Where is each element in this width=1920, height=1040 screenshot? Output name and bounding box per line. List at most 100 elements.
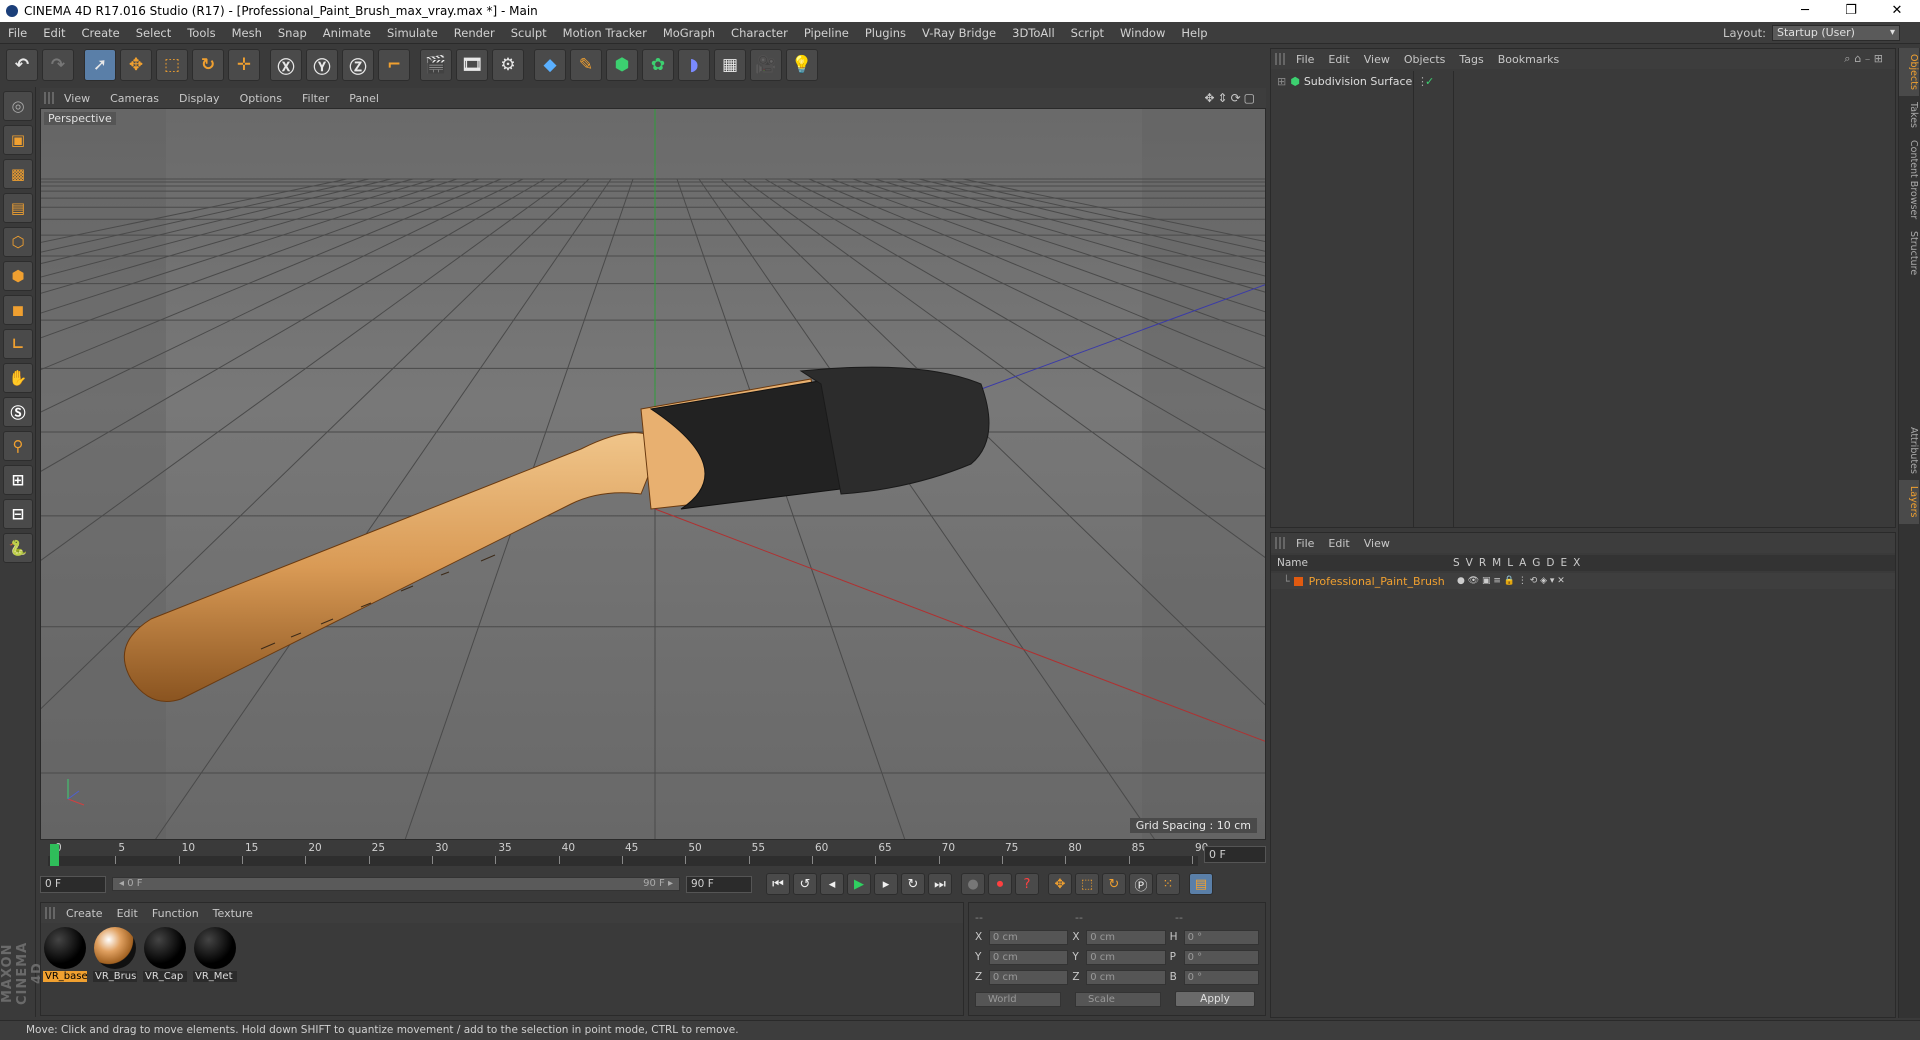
menu-plugins[interactable]: Plugins: [857, 26, 914, 40]
timeline-playhead[interactable]: [50, 844, 59, 866]
object-manager-tool-icons[interactable]: ⌕⌂⎯⊞: [1844, 52, 1887, 66]
viewport-menu-display[interactable]: Display: [169, 92, 230, 105]
viewport-menu-cameras[interactable]: Cameras: [100, 92, 169, 105]
tab-takes[interactable]: Takes: [1899, 96, 1919, 134]
python-icon[interactable]: 🐍: [3, 533, 33, 563]
record-keys-icon[interactable]: ⏺: [988, 873, 1012, 895]
layer-col-xref[interactable]: X: [1573, 557, 1580, 569]
record-disabled-icon[interactable]: ●: [961, 873, 985, 895]
render-settings-icon[interactable]: ⚙: [492, 49, 524, 81]
viewport-nav-icons[interactable]: ✥⇕⟳▢: [1204, 91, 1258, 105]
coordinate-space-dropdown[interactable]: World: [975, 991, 1061, 1007]
deformer-icon[interactable]: ◗: [678, 49, 710, 81]
cube-primitive-icon[interactable]: ◆: [534, 49, 566, 81]
spline-pen-icon[interactable]: ✎: [570, 49, 602, 81]
snap-icon[interactable]: ⚲: [3, 431, 33, 461]
camera-icon[interactable]: 🎥: [750, 49, 782, 81]
y-axis-lock-icon[interactable]: Ⓨ: [306, 49, 338, 81]
axis-mode-icon[interactable]: ∟: [3, 329, 33, 359]
menu-character[interactable]: Character: [723, 26, 796, 40]
layer-col-animation[interactable]: A: [1519, 557, 1526, 569]
tab-structure[interactable]: Structure: [1899, 225, 1919, 281]
viewport-menu-options[interactable]: Options: [230, 92, 292, 105]
layer-col-locked[interactable]: L: [1507, 557, 1513, 569]
edges-mode-icon[interactable]: ⬢: [3, 261, 33, 291]
viewport-menu-panel[interactable]: Panel: [339, 92, 389, 105]
next-frame-icon[interactable]: ▸: [874, 873, 898, 895]
object-menu-objects[interactable]: Objects: [1397, 53, 1453, 66]
workplane-mode-icon[interactable]: ▤: [3, 193, 33, 223]
panel-grip-icon[interactable]: [1275, 537, 1285, 549]
layout-dropdown[interactable]: Startup (User): [1772, 25, 1900, 41]
material-swatch[interactable]: VR_Met: [193, 927, 237, 982]
grid-snap-icon[interactable]: ⊟: [3, 499, 33, 529]
menu-sculpt[interactable]: Sculpt: [503, 26, 555, 40]
make-editable-icon[interactable]: ◎: [3, 91, 33, 121]
menu-render[interactable]: Render: [446, 26, 503, 40]
viewport-menu-filter[interactable]: Filter: [292, 92, 339, 105]
menu-motion-tracker[interactable]: Motion Tracker: [555, 26, 655, 40]
x-axis-lock-icon[interactable]: Ⓧ: [270, 49, 302, 81]
menu-vray-bridge[interactable]: V-Ray Bridge: [914, 26, 1004, 40]
material-menu-edit[interactable]: Edit: [110, 907, 145, 920]
object-menu-view[interactable]: View: [1357, 53, 1397, 66]
layer-col-solo[interactable]: S: [1453, 557, 1460, 569]
position-y-field[interactable]: 0 cm: [988, 949, 1069, 965]
menu-edit[interactable]: Edit: [35, 26, 73, 40]
light-icon[interactable]: 💡: [786, 49, 818, 81]
menu-mesh[interactable]: Mesh: [224, 26, 270, 40]
size-y-field[interactable]: 0 cm: [1086, 949, 1166, 965]
layer-menu-view[interactable]: View: [1357, 537, 1397, 550]
previous-frame-icon[interactable]: ◂: [820, 873, 844, 895]
previous-key-icon[interactable]: ↺: [793, 873, 817, 895]
layer-col-generators[interactable]: G: [1532, 557, 1540, 569]
material-swatch[interactable]: VR_base: [43, 927, 87, 982]
end-frame-field[interactable]: 90 F: [686, 875, 752, 893]
material-menu-create[interactable]: Create: [59, 907, 110, 920]
current-frame-field[interactable]: 0 F: [1204, 846, 1266, 863]
menu-animate[interactable]: Animate: [315, 26, 379, 40]
menu-tools[interactable]: Tools: [179, 26, 223, 40]
minimize-button[interactable]: ─: [1782, 0, 1828, 22]
layer-col-view[interactable]: V: [1466, 557, 1473, 569]
menu-file[interactable]: File: [0, 26, 35, 40]
menu-window[interactable]: Window: [1112, 26, 1173, 40]
layer-name[interactable]: Professional_Paint_Brush: [1309, 575, 1445, 588]
timeline[interactable]: 051015202530354045505560657075808590 0 F: [40, 842, 1266, 868]
autokey-icon[interactable]: ?: [1015, 873, 1039, 895]
key-position-icon[interactable]: ✥: [1048, 873, 1072, 895]
layer-col-manager[interactable]: M: [1492, 557, 1501, 569]
tab-layers[interactable]: Layers: [1899, 480, 1919, 524]
object-menu-tags[interactable]: Tags: [1452, 53, 1490, 66]
object-name[interactable]: Subdivision Surface: [1304, 75, 1412, 88]
scale-tool-icon[interactable]: ⬚: [156, 49, 188, 81]
model-mode-icon[interactable]: ▣: [3, 125, 33, 155]
tab-objects[interactable]: Objects: [1899, 48, 1919, 96]
move-tool-icon[interactable]: ✥: [120, 49, 152, 81]
layer-color-swatch[interactable]: [1293, 576, 1303, 586]
key-parameter-icon[interactable]: Ⓟ: [1129, 873, 1153, 895]
layer-menu-file[interactable]: File: [1289, 537, 1321, 550]
size-x-field[interactable]: 0 cm: [1086, 929, 1166, 945]
menu-create[interactable]: Create: [74, 26, 128, 40]
rotation-h-field[interactable]: 0 °: [1183, 929, 1260, 945]
size-mode-dropdown[interactable]: Scale: [1075, 991, 1161, 1007]
layer-col-render[interactable]: R: [1479, 557, 1486, 569]
object-menu-edit[interactable]: Edit: [1321, 53, 1356, 66]
material-menu-function[interactable]: Function: [145, 907, 206, 920]
viewport-menu-view[interactable]: View: [54, 92, 100, 105]
layer-menu-edit[interactable]: Edit: [1321, 537, 1356, 550]
coordinate-system-icon[interactable]: ⌐: [378, 49, 410, 81]
layer-col-deformers[interactable]: D: [1546, 557, 1554, 569]
solo-mode-icon[interactable]: Ⓢ: [3, 397, 33, 427]
menu-mograph[interactable]: MoGraph: [655, 26, 723, 40]
cloner-icon[interactable]: ✿: [642, 49, 674, 81]
timeline-window-icon[interactable]: ▤: [1189, 873, 1213, 895]
workplane-lock-icon[interactable]: ⊞: [3, 465, 33, 495]
menu-select[interactable]: Select: [128, 26, 179, 40]
tab-content-browser[interactable]: Content Browser: [1899, 134, 1919, 225]
restore-button[interactable]: ❐: [1828, 0, 1874, 22]
position-x-field[interactable]: 0 cm: [988, 929, 1069, 945]
object-menu-file[interactable]: File: [1289, 53, 1321, 66]
position-z-field[interactable]: 0 cm: [988, 969, 1069, 985]
